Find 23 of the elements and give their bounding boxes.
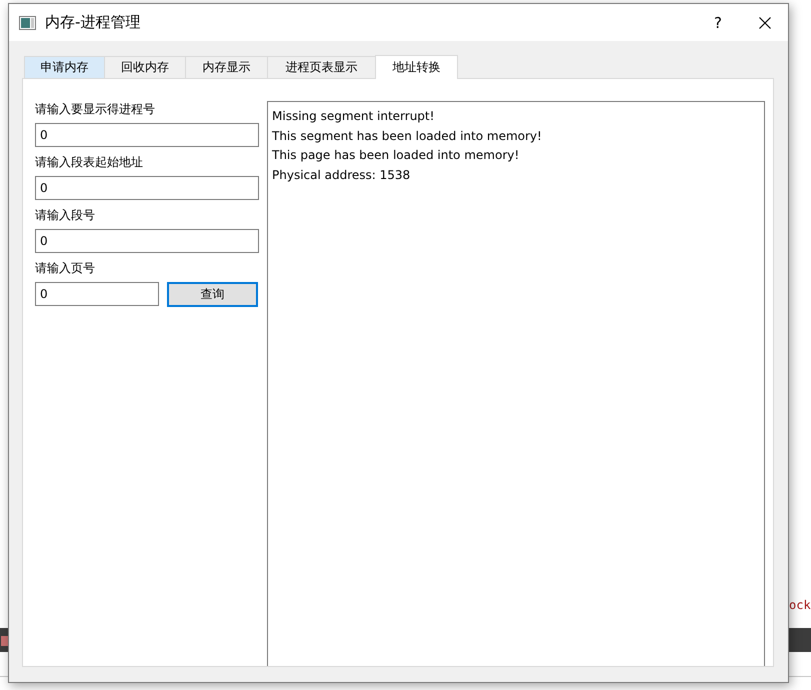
field-label: 请输入要显示得进程号	[35, 101, 156, 118]
tab[interactable]: 进程页表显示	[267, 56, 375, 78]
window-title: 内存-进程管理	[45, 13, 142, 32]
output-line: Missing segment interrupt!	[272, 108, 436, 125]
output-line: This segment has been loaded into memory!	[272, 128, 543, 144]
query-button[interactable]: 查询	[167, 282, 258, 307]
input-field[interactable]: 0	[35, 282, 159, 306]
field-label: 请输入段表起始地址	[35, 154, 144, 171]
tab[interactable]: 申请内存	[24, 56, 104, 78]
code-text: ock	[789, 598, 811, 612]
close-icon[interactable]	[759, 16, 771, 28]
help-button[interactable]: ?	[698, 14, 738, 32]
input-field[interactable]: 0	[35, 229, 259, 253]
field-label: 请输入页号	[35, 260, 96, 277]
input-field[interactable]: 0	[35, 123, 259, 147]
output-line: Physical address: 1538	[272, 166, 412, 184]
tab[interactable]: 内存显示	[185, 56, 267, 78]
output-line: This page has been loaded into memory!	[272, 147, 520, 164]
tab[interactable]: 地址转换	[375, 55, 458, 79]
tab[interactable]: 回收内存	[104, 56, 185, 78]
app-icon	[19, 16, 36, 30]
input-field[interactable]: 0	[35, 176, 259, 200]
field-label: 请输入段号	[35, 207, 96, 224]
